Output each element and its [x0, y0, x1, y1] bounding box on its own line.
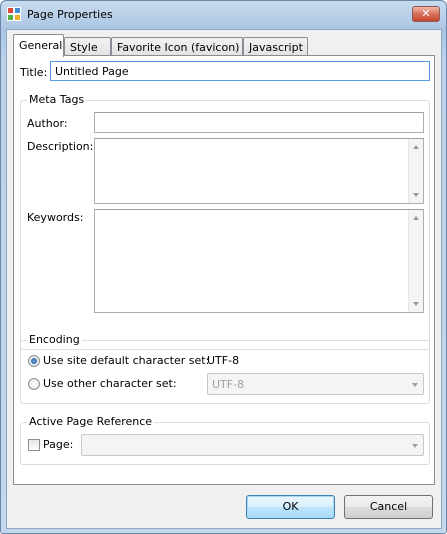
chevron-down-icon — [412, 383, 418, 387]
keywords-field[interactable] — [94, 209, 424, 313]
tab-style[interactable]: Style — [64, 37, 111, 56]
close-button[interactable]: ✕ — [412, 6, 440, 22]
other-charset-select[interactable]: UTF-8 — [207, 373, 424, 395]
app-icon-tile-red — [7, 7, 14, 14]
ok-button[interactable]: OK — [246, 495, 335, 519]
keywords-label: Keywords: — [27, 211, 84, 224]
chevron-down-icon — [412, 444, 418, 448]
site-default-charset-value: UTF-8 — [207, 354, 240, 367]
use-site-default-label[interactable]: Use site default character set: — [43, 354, 209, 367]
close-icon: ✕ — [421, 7, 431, 20]
description-label: Description: — [27, 140, 94, 153]
scroll-down-arrow-icon[interactable] — [413, 193, 419, 197]
encoding-group-title: Encoding — [27, 333, 82, 346]
tab-javascript[interactable]: Javascript — [243, 37, 308, 56]
cancel-button[interactable]: Cancel — [344, 495, 433, 519]
tab-favicon[interactable]: Favorite Icon (favicon) — [111, 37, 243, 56]
description-scrollbar[interactable] — [408, 139, 423, 203]
page-checkbox[interactable] — [28, 439, 40, 451]
meta-tags-group-title: Meta Tags — [27, 93, 87, 106]
page-select[interactable] — [81, 434, 424, 456]
title-label: Title: — [20, 66, 48, 79]
page-properties-dialog: Page Properties ✕ General Style Favorite… — [0, 0, 447, 534]
other-charset-select-value: UTF-8 — [212, 378, 245, 391]
title-field[interactable]: Untitled Page — [50, 61, 430, 81]
use-other-charset-radio[interactable] — [28, 378, 40, 390]
tab-general[interactable]: General — [13, 34, 64, 57]
dialog-client-area: General Style Favorite Icon (favicon) Ja… — [6, 29, 442, 529]
use-other-charset-label[interactable]: Use other character set: — [43, 377, 177, 390]
scroll-up-arrow-icon[interactable] — [413, 145, 419, 149]
app-icon-tile-green — [7, 14, 14, 21]
keywords-scrollbar[interactable] — [408, 210, 423, 312]
use-site-default-radio[interactable] — [28, 355, 40, 367]
author-label: Author: — [27, 117, 68, 130]
description-field[interactable] — [94, 138, 424, 204]
active-page-reference-group-title: Active Page Reference — [27, 415, 155, 428]
title-field-value: Untitled Page — [55, 65, 129, 78]
author-field[interactable] — [94, 112, 424, 133]
scroll-down-arrow-icon[interactable] — [413, 302, 419, 306]
app-icon — [7, 7, 21, 21]
app-icon-tile-blue — [14, 7, 21, 14]
scroll-up-arrow-icon[interactable] — [413, 216, 419, 220]
app-icon-tile-yellow — [14, 14, 21, 21]
page-label[interactable]: Page: — [43, 438, 73, 451]
general-tab-panel: Title: Untitled Page Meta Tags Author: D… — [13, 55, 435, 485]
title-bar[interactable]: Page Properties ✕ — [1, 1, 446, 29]
window-title: Page Properties — [27, 8, 113, 21]
